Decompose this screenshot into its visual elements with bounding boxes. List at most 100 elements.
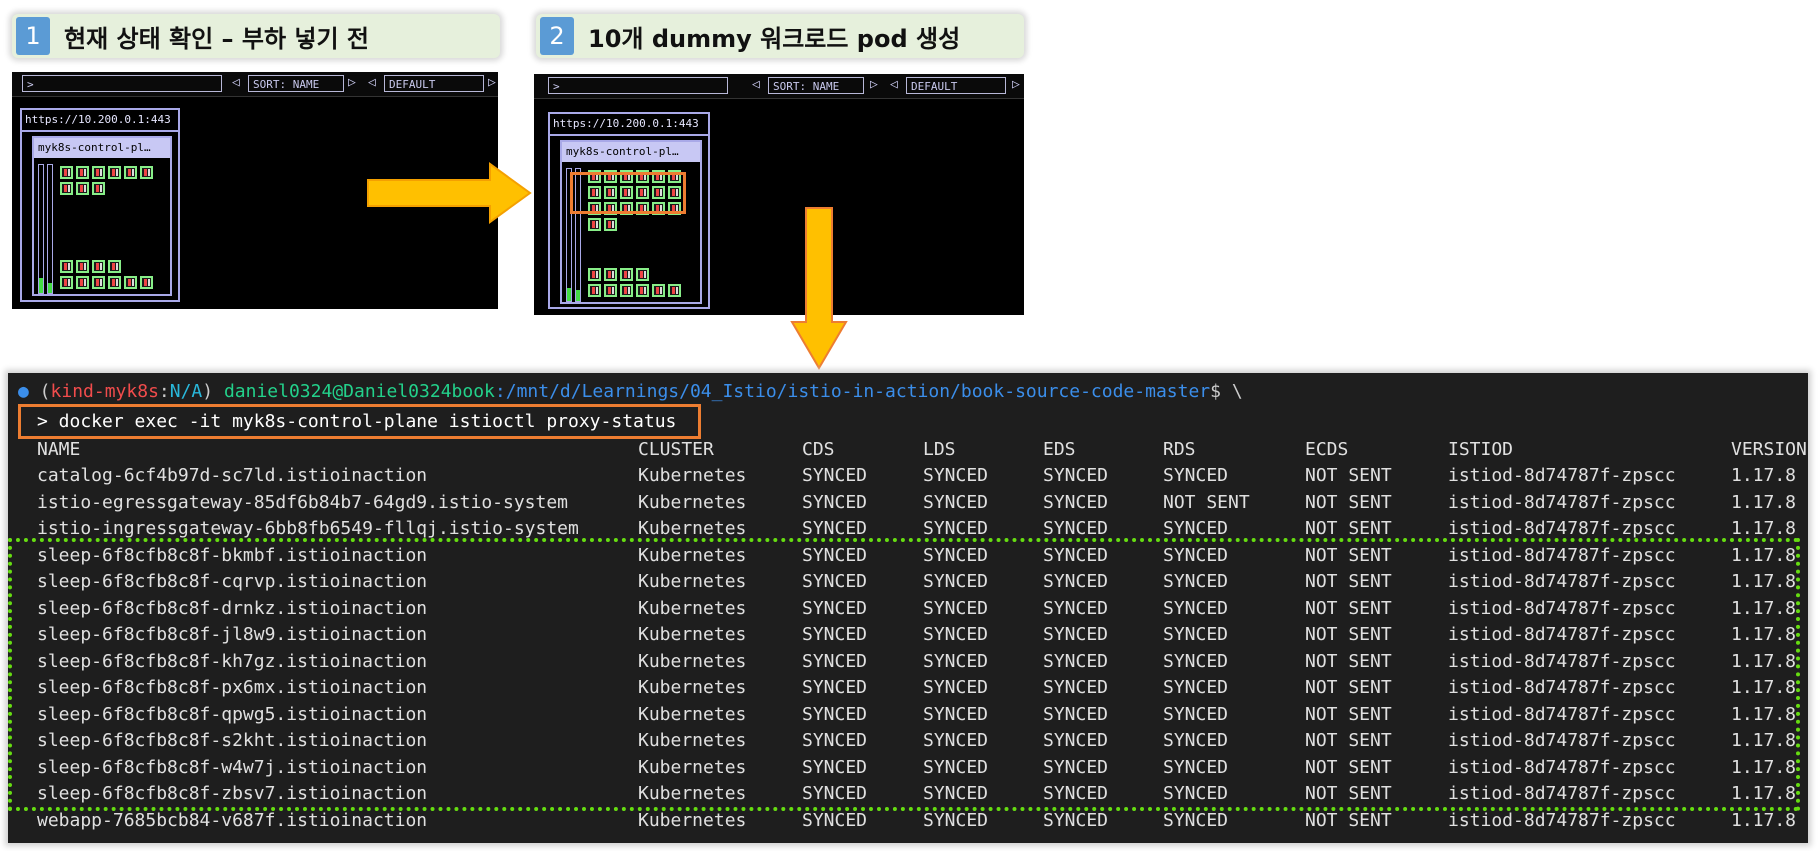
pod-icon[interactable]	[76, 260, 89, 273]
pod-row	[588, 284, 681, 297]
node-name: myk8s-control-pl…	[34, 138, 170, 158]
pod-icon[interactable]	[108, 260, 121, 273]
cell-version: 1.17.8	[1731, 465, 1797, 486]
node-box[interactable]: myk8s-control-pl…	[32, 136, 172, 296]
step-1-label: 현재 상태 확인 – 부하 넣기 전	[64, 24, 370, 53]
pod-icon[interactable]	[60, 260, 73, 273]
pod-icon[interactable]	[60, 276, 73, 289]
sort-select[interactable]: SORT: NAME	[768, 77, 864, 94]
pod-icon[interactable]	[76, 276, 89, 289]
cell-cluster: Kubernetes	[638, 465, 747, 486]
pod-row	[60, 166, 153, 179]
sort-next-icon[interactable]: ▷	[870, 77, 878, 92]
step-2-header: 2 10개 dummy 워크로드 pod 생성	[536, 14, 1024, 58]
pod-icon[interactable]	[108, 276, 121, 289]
pod-icon[interactable]	[588, 268, 601, 281]
sort-prev-icon[interactable]: ◁	[752, 77, 760, 92]
step-1-header: 1 현재 상태 확인 – 부하 넣기 전	[12, 14, 500, 58]
new-pods-highlight	[570, 172, 686, 214]
pod-icon[interactable]	[636, 268, 649, 281]
pod-icon[interactable]	[60, 182, 73, 195]
pod-row	[588, 218, 617, 231]
header-istiod: ISTIOD	[1448, 439, 1514, 460]
pod-icon[interactable]	[60, 166, 73, 179]
pod-icon[interactable]	[668, 284, 681, 297]
header-rds: RDS	[1163, 439, 1196, 460]
pod-icon[interactable]	[652, 284, 665, 297]
pod-icon[interactable]	[92, 276, 105, 289]
pod-icon[interactable]	[604, 268, 617, 281]
cell-istiod: istiod-8d74787f-zpscc	[1448, 491, 1676, 513]
filter-next-icon[interactable]: ▷	[1012, 77, 1020, 92]
pod-icon[interactable]	[92, 182, 105, 195]
pod-icon[interactable]	[140, 276, 153, 289]
cell-cds: SYNCED	[802, 491, 868, 513]
cell-name: istio-egressgateway-85df6b84b7-64gd9.ist…	[37, 491, 569, 513]
filter-next-icon[interactable]: ▷	[488, 75, 496, 90]
kube-view-toolbar: > ◁ SORT: NAME ▷ ◁ DEFAULT ▷	[534, 74, 1024, 99]
step-1-number-badge: 1	[16, 17, 50, 55]
search-input[interactable]: >	[22, 75, 222, 92]
sort-next-icon[interactable]: ▷	[348, 75, 356, 90]
pod-icon[interactable]	[620, 268, 633, 281]
cell-lds: SYNCED	[923, 809, 989, 831]
filter-select[interactable]: DEFAULT	[906, 77, 1006, 94]
header-lds: LDS	[923, 439, 956, 460]
command-line[interactable]: > docker exec -it myk8s-control-plane is…	[18, 404, 701, 439]
step-2-label: 10개 dummy 워크로드 pod 생성	[588, 24, 961, 53]
cell-cluster: Kubernetes	[638, 491, 747, 513]
cell-name: catalog-6cf4b97d-sc7ld.istioinaction	[37, 465, 428, 486]
pod-icon[interactable]	[92, 260, 105, 273]
working-directory: :/mnt/d/Learnings/04_Istio/istio-in-acti…	[494, 381, 1211, 402]
kube-context: kind-myk8s	[50, 381, 159, 402]
pod-icon[interactable]	[620, 284, 633, 297]
cell-rds: SYNCED	[1163, 465, 1229, 486]
cell-cluster: Kubernetes	[638, 809, 747, 831]
kube-namespace: N/A	[169, 381, 203, 402]
cell-istiod: istiod-8d74787f-zpscc	[1448, 809, 1676, 831]
sort-prev-icon[interactable]: ◁	[232, 75, 240, 90]
server-url: https://10.200.0.1:443	[550, 114, 708, 136]
pod-icon[interactable]	[108, 166, 121, 179]
filter-prev-icon[interactable]: ◁	[368, 75, 376, 90]
pod-icon[interactable]	[124, 166, 137, 179]
node-box[interactable]: myk8s-control-pl…	[560, 140, 702, 304]
cpu-usage-bar	[38, 164, 44, 294]
step-2-number-badge: 2	[540, 17, 574, 55]
cell-cds: SYNCED	[802, 809, 868, 831]
header-name: NAME	[37, 439, 81, 460]
cell-eds: SYNCED	[1043, 465, 1109, 486]
pod-icon[interactable]	[636, 284, 649, 297]
header-cluster: CLUSTER	[638, 439, 714, 460]
header-ecds: ECDS	[1305, 439, 1349, 460]
cell-cds: SYNCED	[802, 465, 868, 486]
flow-arrow-down-icon	[790, 207, 848, 370]
pod-icon[interactable]	[604, 284, 617, 297]
filter-prev-icon[interactable]: ◁	[890, 77, 898, 92]
cell-lds: SYNCED	[923, 465, 989, 486]
pod-icon[interactable]	[76, 166, 89, 179]
pod-row	[60, 260, 121, 273]
pod-row	[60, 276, 153, 289]
memory-usage-bar	[47, 164, 53, 294]
server-box: https://10.200.0.1:443 myk8s-control-pl…	[20, 108, 180, 302]
cell-name: webapp-7685bcb84-v687f.istioinaction	[37, 809, 428, 831]
pod-icon[interactable]	[124, 276, 137, 289]
pod-icon[interactable]	[588, 284, 601, 297]
cell-lds: SYNCED	[923, 491, 989, 513]
cell-version: 1.17.8	[1731, 809, 1797, 831]
header-eds: EDS	[1043, 439, 1076, 460]
filter-select[interactable]: DEFAULT	[384, 75, 484, 92]
pod-icon[interactable]	[604, 218, 617, 231]
cell-rds: SYNCED	[1163, 809, 1229, 831]
pod-icon[interactable]	[92, 166, 105, 179]
node-name: myk8s-control-pl…	[562, 142, 700, 162]
flow-arrow-right-icon	[367, 162, 532, 224]
sort-select[interactable]: SORT: NAME	[248, 75, 344, 92]
pod-icon[interactable]	[140, 166, 153, 179]
pod-icon[interactable]	[588, 218, 601, 231]
search-input[interactable]: >	[548, 77, 728, 94]
dummy-pods-highlight	[8, 538, 1800, 811]
pod-icon[interactable]	[76, 182, 89, 195]
pod-row	[588, 268, 649, 281]
